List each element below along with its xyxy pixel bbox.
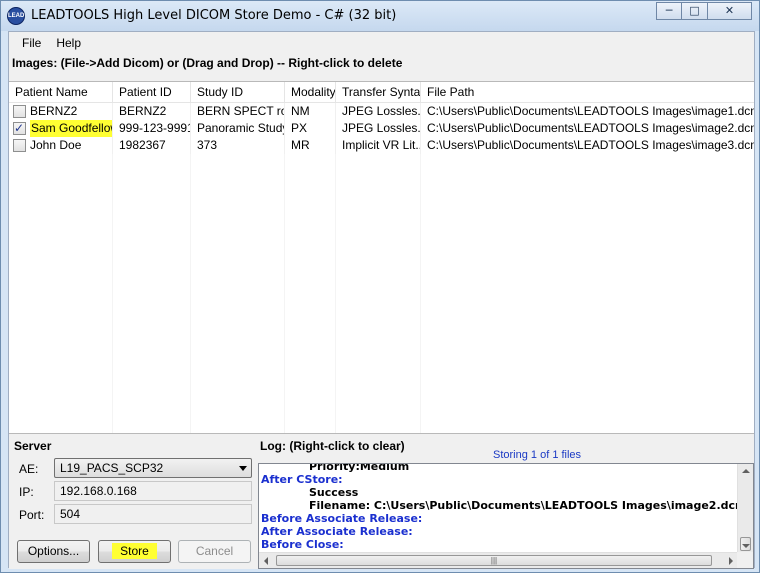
menu-help[interactable]: Help <box>48 32 88 54</box>
log-line: Priority:Medium <box>309 463 410 473</box>
log-line: After Associate Release: <box>261 525 413 538</box>
cell-study-id: Panoramic Study <box>191 120 285 137</box>
scrollbar-corner <box>737 552 753 568</box>
column-header-patient-id[interactable]: Patient ID <box>113 82 191 103</box>
cell-patient-name: John Doe <box>9 137 113 154</box>
cell-patient-id: 1982367 <box>113 137 191 154</box>
log-horizontal-scrollbar[interactable]: ||| <box>259 552 738 568</box>
dicom-images-list[interactable]: Patient Name Patient ID Study ID Modalit… <box>9 81 754 434</box>
table-row[interactable]: Sam Goodfellow 999-123-9991 Panoramic St… <box>9 120 754 137</box>
scroll-left-icon[interactable] <box>264 557 268 565</box>
log-line: After CStore: <box>261 473 343 486</box>
log-output[interactable]: Priority:Medium After CStore: Success Filen… <box>258 463 754 569</box>
maximize-icon[interactable]: □ <box>682 2 708 20</box>
close-icon[interactable]: ✕ <box>708 2 752 20</box>
scroll-up-icon[interactable] <box>742 469 750 473</box>
cell-study-id: BERN SPECT rot <box>191 103 285 120</box>
scroll-right-icon[interactable] <box>729 557 733 565</box>
cell-modality: NM <box>285 103 336 120</box>
column-gridline <box>191 154 285 433</box>
server-panel: Server AE: L19_PACS_SCP32 IP: 192.168.0.… <box>9 436 258 569</box>
row-checkbox[interactable] <box>13 105 26 118</box>
table-row[interactable]: BERNZ2 BERNZ2 BERN SPECT rot NM JPEG Los… <box>9 103 754 120</box>
column-header-patient-name[interactable]: Patient Name <box>9 82 113 103</box>
log-vertical-scrollbar[interactable] <box>737 464 753 553</box>
log-panel: Log: (Right-click to clear) Storing 1 of… <box>258 436 754 569</box>
patient-name-text: Sam Goodfellow <box>30 120 112 137</box>
ae-dropdown[interactable]: L19_PACS_SCP32 <box>54 458 252 478</box>
cell-file-path: C:\Users\Public\Documents\LEADTOOLS Imag… <box>427 138 754 152</box>
log-line: Filename: C:\Users\Public\Documents\LEAD… <box>309 499 747 512</box>
cell-modality: MR <box>285 137 336 154</box>
patient-name-text: BERNZ2 <box>30 104 78 118</box>
cell-file-path: C:\Users\Public\Documents\LEADTOOLS Imag… <box>427 104 754 118</box>
row-checkbox[interactable] <box>13 139 26 152</box>
cell-transfer-syntax: Implicit VR Lit... <box>336 137 421 154</box>
log-line: Before Associate Release: <box>261 512 423 525</box>
minimize-icon[interactable]: ─ <box>656 2 682 20</box>
title-bar[interactable]: LEAD LEADTOOLS High Level DICOM Store De… <box>1 1 759 31</box>
window-title: LEADTOOLS High Level DICOM Store Demo - … <box>31 8 397 23</box>
window-controls: ─ □ ✕ <box>656 2 752 20</box>
ae-selected-value: L19_PACS_SCP32 <box>60 461 164 475</box>
patient-name-text: John Doe <box>30 138 82 152</box>
row-checkbox[interactable] <box>13 120 26 137</box>
menu-file[interactable]: File <box>9 32 48 54</box>
column-gridline <box>113 154 191 433</box>
images-instructions-label: Images: (File->Add Dicom) or (Drag and D… <box>12 56 403 70</box>
cell-modality: PX <box>285 120 336 137</box>
scroll-down-icon[interactable] <box>742 544 750 548</box>
cell-patient-id: 999-123-9991 <box>113 120 191 137</box>
column-header-modality[interactable]: Modality <box>285 82 336 103</box>
log-line: Before Close: <box>261 538 344 551</box>
cell-patient-name: BERNZ2 <box>9 103 113 120</box>
dropdown-arrow-icon[interactable] <box>239 466 247 471</box>
server-group-title: Server <box>14 439 52 453</box>
cell-patient-name: Sam Goodfellow <box>9 120 113 137</box>
client-area: File Help Images: (File->Add Dicom) or (… <box>8 31 755 569</box>
cell-study-id: 373 <box>191 137 285 154</box>
options-button[interactable]: Options... <box>17 540 90 563</box>
column-header-file-path[interactable]: File Path <box>421 82 754 103</box>
cell-patient-id: BERNZ2 <box>113 103 191 120</box>
app-window: LEAD LEADTOOLS High Level DICOM Store De… <box>0 0 760 573</box>
port-field[interactable]: 504 <box>54 504 252 524</box>
cell-transfer-syntax: JPEG Lossles... <box>336 103 421 120</box>
cell-transfer-syntax: JPEG Lossles... <box>336 120 421 137</box>
lead-app-icon[interactable]: LEAD <box>7 7 25 25</box>
column-gridline <box>336 154 421 433</box>
column-header-transfer-syntax[interactable]: Transfer Syntax <box>336 82 421 103</box>
log-title: Log: (Right-click to clear) <box>260 439 405 453</box>
ae-label: AE: <box>19 462 39 476</box>
ip-label: IP: <box>19 485 34 499</box>
cell-file-path: C:\Users\Public\Documents\LEADTOOLS Imag… <box>427 121 754 135</box>
column-header-study-id[interactable]: Study ID <box>191 82 285 103</box>
list-header: Patient Name Patient ID Study ID Modalit… <box>9 82 754 103</box>
ip-field[interactable]: 192.168.0.168 <box>54 481 252 501</box>
menu-bar: File Help <box>9 32 754 54</box>
table-row[interactable]: John Doe 1982367 373 MR Implicit VR Lit.… <box>9 137 754 154</box>
list-empty-area[interactable] <box>9 154 754 433</box>
log-line: Success <box>309 486 359 499</box>
column-gridline <box>285 154 336 433</box>
scroll-thumb[interactable]: ||| <box>276 555 712 566</box>
port-label: Port: <box>19 508 45 522</box>
store-button[interactable]: Store <box>98 540 171 563</box>
store-progress-status: Storing 1 of 1 files <box>493 449 582 461</box>
log-lines: Priority:Medium After CStore: Success Filen… <box>261 463 747 564</box>
store-button-label: Store <box>112 543 157 559</box>
column-gridline <box>9 154 113 433</box>
cancel-button[interactable]: Cancel <box>178 540 251 563</box>
